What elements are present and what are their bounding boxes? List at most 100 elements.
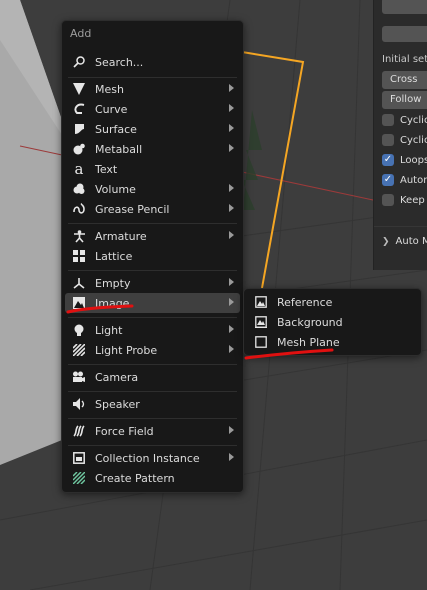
keep-checkbox-row[interactable]: Keep <box>382 193 425 207</box>
menu-item-label: Volume <box>95 182 136 196</box>
menu-divider <box>68 223 237 224</box>
menu-item-volume[interactable]: Volume <box>65 179 240 199</box>
menu-item-empty[interactable]: Empty <box>65 273 240 293</box>
checkbox-checked[interactable]: ✓ <box>382 174 394 186</box>
image-background-icon <box>253 314 269 330</box>
menu-item-label: Armature <box>95 229 147 243</box>
loops-checkbox-row[interactable]: ✓ Loops <box>382 153 427 167</box>
menu-item-label: Surface <box>95 122 137 136</box>
submenu-arrow-icon <box>229 124 234 132</box>
autom-checkbox-row[interactable]: ✓ Autom <box>382 173 427 187</box>
auto-mask-label: Auto M <box>395 236 427 247</box>
submenu-arrow-icon <box>229 325 234 333</box>
menu-item-label: Create Pattern <box>95 471 175 485</box>
submenu-item-label: Reference <box>277 295 333 309</box>
search-icon <box>71 54 87 70</box>
submenu-arrow-icon <box>229 453 234 461</box>
checkbox[interactable] <box>382 194 394 206</box>
cyclic-checkbox-row-2[interactable]: Cyclic <box>382 133 427 147</box>
menu-item-lattice[interactable]: Lattice <box>65 246 240 266</box>
chevron-right-icon: ❯ <box>382 236 390 247</box>
submenu-item-mesh-plane[interactable]: Mesh Plane <box>247 332 418 352</box>
checkbox-label: Keep <box>400 194 425 206</box>
empty-icon <box>71 275 87 291</box>
menu-item-label: Collection Instance <box>95 451 200 465</box>
checkbox-label: Loops <box>400 154 427 166</box>
checkbox-label: Cyclic <box>400 134 427 146</box>
text-icon: a <box>74 160 84 178</box>
menu-item-light-probe[interactable]: Light Probe <box>65 340 240 360</box>
menu-divider <box>68 445 237 446</box>
submenu-arrow-icon <box>229 184 234 192</box>
submenu-arrow-icon <box>229 278 234 286</box>
search-menu-item[interactable]: Search... <box>65 52 240 72</box>
light-probe-icon <box>71 342 87 358</box>
menu-item-label: Curve <box>95 102 128 116</box>
search-label: Search... <box>95 55 144 69</box>
menu-item-mesh[interactable]: Mesh <box>65 79 240 99</box>
metaball-icon <box>71 141 87 157</box>
submenu-arrow-icon <box>229 204 234 212</box>
menu-item-label: Empty <box>95 276 131 290</box>
pattern-icon <box>71 470 87 486</box>
camera-icon <box>71 369 87 385</box>
add-menu: Add Search... Mesh Curve Surface Metabal… <box>61 20 244 493</box>
menu-item-surface[interactable]: Surface <box>65 119 240 139</box>
curve-icon <box>71 101 87 117</box>
panel-second-button[interactable] <box>382 26 427 42</box>
submenu-item-label: Mesh Plane <box>277 335 340 349</box>
surface-icon <box>71 121 87 137</box>
menu-item-metaball[interactable]: Metaball <box>65 139 240 159</box>
menu-item-label: Force Field <box>95 424 154 438</box>
menu-title: Add <box>70 27 92 40</box>
menu-item-light[interactable]: Light <box>65 320 240 340</box>
lattice-icon <box>71 248 87 264</box>
collection-icon <box>71 450 87 466</box>
menu-item-label: Light Probe <box>95 343 158 357</box>
menu-item-image[interactable]: Image <box>65 293 240 313</box>
submenu-arrow-icon <box>229 144 234 152</box>
submenu-item-background[interactable]: Background <box>247 312 418 332</box>
menu-item-label: Grease Pencil <box>95 202 170 216</box>
submenu-item-label: Background <box>277 315 343 329</box>
menu-item-speaker[interactable]: Speaker <box>65 394 240 414</box>
image-icon <box>71 295 87 311</box>
submenu-item-reference[interactable]: Reference <box>247 292 418 312</box>
menu-item-grease-pencil[interactable]: Grease Pencil <box>65 199 240 219</box>
checkbox[interactable] <box>382 114 394 126</box>
mesh-plane-icon <box>253 334 269 350</box>
cyclic-checkbox-row[interactable]: Cyclic <box>382 113 427 127</box>
menu-item-collection-instance[interactable]: Collection Instance <box>65 448 240 468</box>
menu-item-armature[interactable]: Armature <box>65 226 240 246</box>
menu-item-text[interactable]: a Text <box>65 159 240 179</box>
menu-item-label: Camera <box>95 370 139 384</box>
menu-item-force-field[interactable]: Force Field <box>65 421 240 441</box>
menu-divider <box>68 270 237 271</box>
panel-top-button[interactable] <box>382 0 427 14</box>
menu-item-label: Mesh <box>95 82 124 96</box>
menu-divider <box>68 77 237 78</box>
cross-option-button[interactable]: Cross <box>382 71 427 89</box>
menu-item-label: Speaker <box>95 397 140 411</box>
properties-panel: Initial set Cross Follow Cyclic Cyclic ✓… <box>373 0 427 270</box>
menu-item-label: Lattice <box>95 249 133 263</box>
submenu-arrow-icon <box>229 298 234 306</box>
checkbox-checked[interactable]: ✓ <box>382 154 394 166</box>
menu-divider <box>68 364 237 365</box>
light-icon <box>71 322 87 338</box>
menu-item-camera[interactable]: Camera <box>65 367 240 387</box>
force-field-icon <box>71 423 87 439</box>
menu-item-label: Text <box>95 162 118 176</box>
mesh-cone-icon <box>71 81 87 97</box>
checkbox[interactable] <box>382 134 394 146</box>
submenu-arrow-icon <box>229 345 234 353</box>
auto-mask-panel-header[interactable]: ❯ Auto M <box>382 236 427 247</box>
menu-divider <box>68 391 237 392</box>
submenu-arrow-icon <box>229 426 234 434</box>
menu-item-create-pattern[interactable]: Create Pattern <box>65 468 240 488</box>
follow-option-button[interactable]: Follow <box>382 91 427 109</box>
menu-item-label: Metaball <box>95 142 143 156</box>
menu-item-curve[interactable]: Curve <box>65 99 240 119</box>
grease-pencil-icon <box>71 201 87 217</box>
menu-divider <box>68 317 237 318</box>
